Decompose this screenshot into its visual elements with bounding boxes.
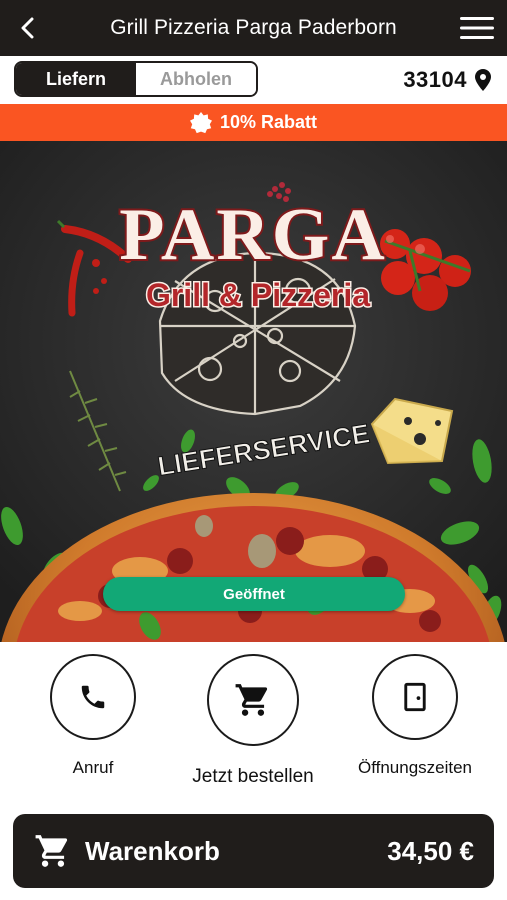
postcode-selector[interactable]: 33104 <box>403 64 491 96</box>
discount-banner: 10% Rabatt <box>0 104 507 141</box>
discount-text: 10% Rabatt <box>219 112 318 132</box>
logo-subtitle: Grill & Pizzeria <box>146 277 370 313</box>
hero-artwork: PARGA Grill & Pizzeria LIEFERSERVICE <box>0 141 507 642</box>
restaurant-hero: PARGA Grill & Pizzeria LIEFERSERVICE Geö… <box>0 141 507 642</box>
cart-total: 34,50 € <box>387 835 474 866</box>
opening-hours-label: Öffnungszeiten <box>357 758 473 777</box>
cart-button[interactable]: Warenkorb 34,50 € <box>13 814 494 888</box>
shopping-cart-icon <box>35 835 68 867</box>
cart-icon-wrap <box>33 831 73 871</box>
chevron-left-icon <box>21 17 34 39</box>
order-now-action[interactable]: Jetzt bestellen <box>178 654 328 788</box>
phone-icon <box>81 685 105 709</box>
shopping-cart-icon <box>235 684 268 716</box>
app-header: Grill Pizzeria Parga Paderborn <box>0 0 507 56</box>
delivery-option[interactable]: Liefern <box>16 63 136 95</box>
order-mode-row: Liefern Abholen 33104 <box>0 56 507 104</box>
call-label: Anruf <box>72 758 114 777</box>
cart-label: Warenkorb <box>85 835 220 866</box>
order-now-label: Jetzt bestellen <box>192 766 314 787</box>
badge-icon <box>189 111 212 133</box>
opening-hours-action[interactable]: Öffnungszeiten <box>340 654 490 778</box>
hamburger-menu-icon <box>460 17 494 39</box>
open-status-button[interactable]: Geöffnet <box>103 577 405 611</box>
opening-hours-button[interactable] <box>372 654 458 740</box>
map-pin-icon <box>475 69 491 91</box>
delivery-pickup-toggle: Liefern Abholen <box>14 61 258 97</box>
page-title: Grill Pizzeria Parga Paderborn <box>110 16 397 39</box>
pickup-option[interactable]: Abholen <box>136 63 256 95</box>
call-button[interactable] <box>50 654 136 740</box>
menu-button[interactable] <box>459 12 495 44</box>
door-icon <box>404 682 426 712</box>
logo-title: PARGA <box>119 194 387 276</box>
call-action[interactable]: Anruf <box>18 654 168 778</box>
back-button[interactable] <box>12 12 44 44</box>
postcode-value: 33104 <box>403 67 467 92</box>
order-now-button[interactable] <box>207 654 299 746</box>
